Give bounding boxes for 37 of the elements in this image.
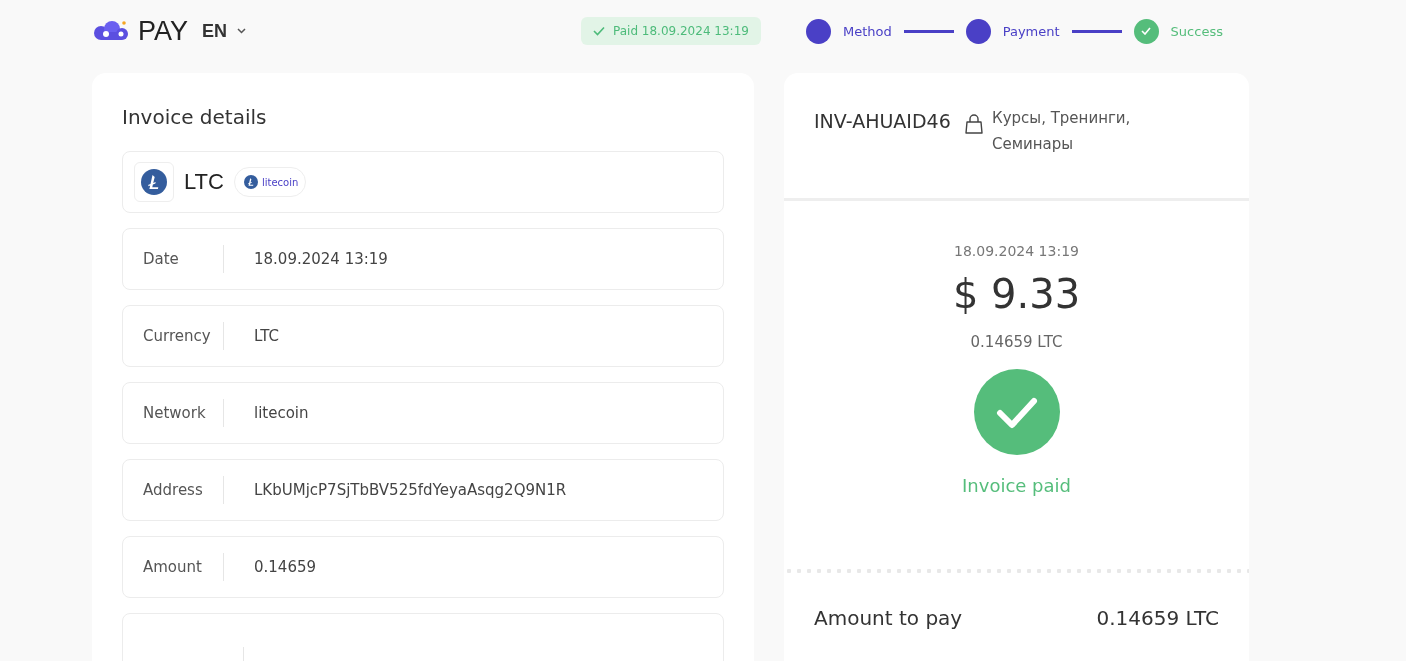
step-label: Method [842,23,892,39]
total-value: 0.14659 LTC [1096,606,1219,630]
coin-ticker: LTC [184,169,224,195]
logo-text: PAY [138,15,189,47]
check-icon [593,26,605,36]
total-label: Amount to pay [814,606,963,630]
detail-value: LKbUMjcP7SjTbBV525fdYeyaAsqg2Q9N1R [254,481,567,499]
amount-usd: $ 9.33 [952,271,1081,317]
payment-date: 18.09.2024 13:19 [954,243,1079,259]
paid-status-text: Paid 18.09.2024 13:19 [613,24,749,38]
section-title: Invoice details [122,105,268,129]
step-check-icon [1133,18,1159,44]
invoice-id: INV-AHUAID46 [814,109,952,134]
detail-value: 18.09.2024 13:19 [254,250,388,268]
shopping-bag-icon [964,113,984,135]
step-dot-icon [805,18,831,44]
detail-label: Currency [143,327,212,345]
step-label: Success [1170,23,1223,39]
litecoin-icon [141,169,167,195]
network-tag-text: litecoin [261,176,299,188]
language-selector[interactable]: EN [202,20,247,42]
success-check-icon [973,369,1060,455]
step-label: Payment [1002,23,1060,39]
detail-label: Network [143,404,207,422]
detail-label: Address [143,481,204,499]
chevron-down-icon [237,28,247,34]
litecoin-icon [243,175,258,189]
detail-value: litecoin [254,404,309,422]
detail-label: Date [143,250,180,268]
detail-label: Amount [143,558,203,576]
cloud-logo-icon [92,20,130,42]
step-dot-icon [965,18,991,44]
amount-crypto: 0.14659 LTC [970,333,1063,351]
detail-value: LTC [254,327,280,345]
detail-value: 0.14659 [254,558,317,576]
category-text: Курсы, Тренинги, Семинары [992,108,1132,155]
status-text: Invoice paid [962,475,1071,496]
